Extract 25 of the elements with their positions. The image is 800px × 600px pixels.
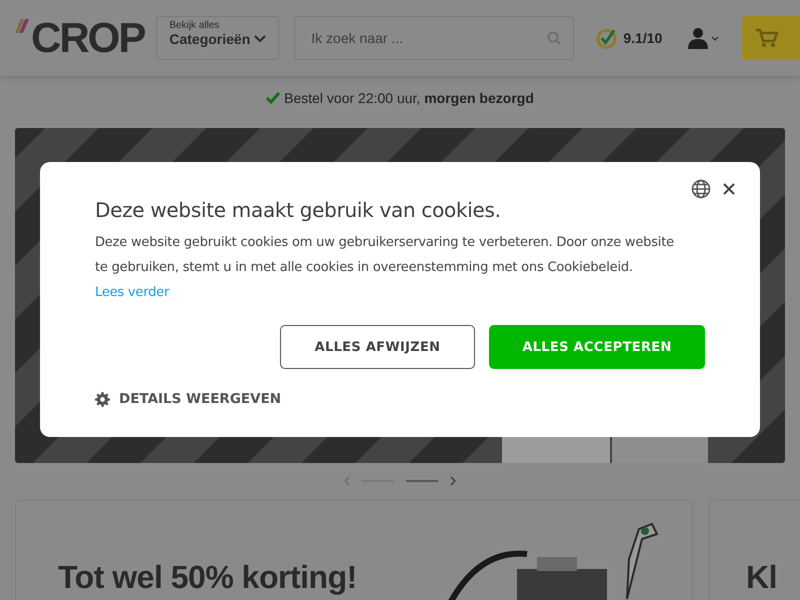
logo[interactable]: CROP <box>15 15 144 61</box>
dialog-title: Deze website maakt gebruik van cookies. <box>95 198 502 222</box>
accept-button[interactable]: ALLES ACCEPTEREN <box>489 325 705 369</box>
checkmark-badge-icon <box>596 27 618 49</box>
rating-score: 9.1/10 <box>623 30 662 46</box>
details-toggle[interactable]: DETAILS WEERGEVEN <box>119 391 282 407</box>
search-field[interactable]: Ik zoek naar ... <box>294 16 574 60</box>
gear-icon <box>95 392 110 406</box>
promo-card[interactable]: Tot wel 50% korting! <box>15 500 693 600</box>
search-icon <box>547 31 562 45</box>
cart-icon <box>756 28 778 48</box>
promo-headline: Kl <box>746 559 777 595</box>
cart-button[interactable] <box>742 16 800 60</box>
dialog-text: Deze website gebruikt cookies om uw gebruikerservaring te verbeteren. Door onze website te gebruiken, stemt u in met alle cookies in overeenstemming met ons Cookiebeleid. Lees verder <box>95 234 675 302</box>
reject-button[interactable]: ALLES AFWIJZEN <box>280 325 475 369</box>
delivery-message: Bestel voor 22:00 uur, morgen bezorgd <box>284 90 534 106</box>
chevron-down-icon <box>254 35 266 43</box>
check-icon <box>266 92 280 104</box>
promo-headline: Tot wel 50% korting! <box>58 559 357 595</box>
close-icon[interactable] <box>723 183 735 195</box>
promo-card[interactable]: Kl <box>709 500 800 600</box>
globe-icon[interactable] <box>691 179 711 199</box>
categories-button[interactable]: Bekijk alles Categorieën <box>156 16 280 60</box>
logo-stripes-icon <box>15 19 29 33</box>
read-more-link[interactable]: Lees verder <box>95 285 170 300</box>
